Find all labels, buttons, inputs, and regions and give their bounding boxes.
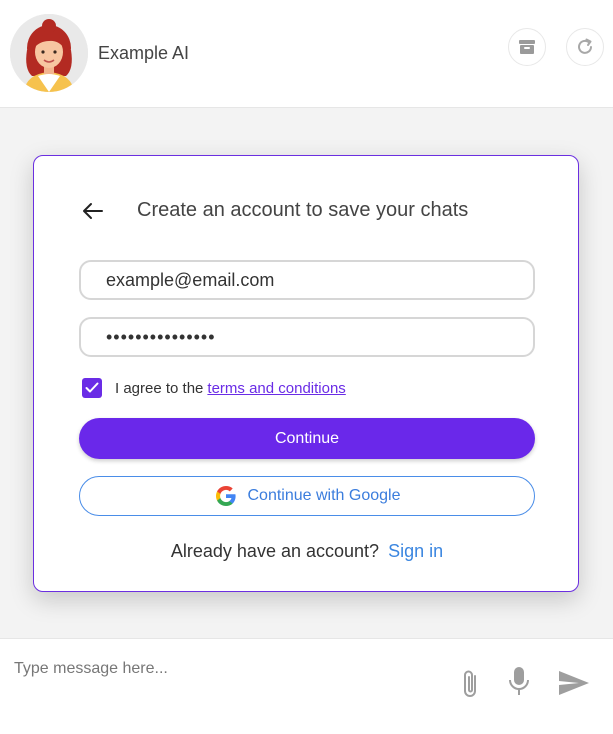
signin-link[interactable]: Sign in: [388, 541, 443, 561]
send-button[interactable]: [557, 669, 591, 702]
checkmark-icon: [85, 382, 99, 393]
dialog-title: Create an account to save your chats: [137, 199, 469, 221]
archive-icon: [519, 40, 535, 54]
bot-name: Example AI: [98, 43, 190, 63]
message-input[interactable]: [14, 655, 434, 683]
send-icon: [559, 671, 589, 695]
attach-button[interactable]: [458, 667, 484, 706]
continue-with-google-button[interactable]: Continue with Google: [79, 476, 535, 516]
agree-label: I agree to the: [115, 379, 204, 397]
message-input-bar: [0, 638, 613, 734]
signin-prompt: Already have an account?: [170, 541, 380, 561]
signup-dialog: Create an account to save your chats I a…: [33, 155, 579, 592]
microphone-button[interactable]: [506, 665, 532, 704]
google-button-label: Continue with Google: [247, 487, 401, 504]
google-logo-icon: [215, 486, 236, 506]
terms-link[interactable]: terms and conditions: [207, 380, 345, 397]
paperclip-icon: [464, 670, 476, 697]
signin-row: Already have an account? Sign in: [34, 541, 580, 562]
arrow-left-icon: [83, 203, 103, 219]
refresh-icon: [578, 38, 592, 54]
refresh-button[interactable]: [566, 28, 604, 66]
continue-button[interactable]: Continue: [79, 418, 535, 459]
password-field[interactable]: [79, 317, 535, 357]
avatar-illustration: [10, 14, 88, 92]
bot-avatar: [10, 14, 88, 92]
agree-row: I agree to the terms and conditions: [82, 377, 346, 399]
archive-button[interactable]: [508, 28, 546, 66]
chat-header: Example AI: [0, 0, 613, 108]
agree-checkbox[interactable]: [82, 378, 102, 398]
email-field[interactable]: [79, 260, 535, 300]
back-button[interactable]: [79, 198, 105, 224]
microphone-icon: [509, 667, 529, 695]
